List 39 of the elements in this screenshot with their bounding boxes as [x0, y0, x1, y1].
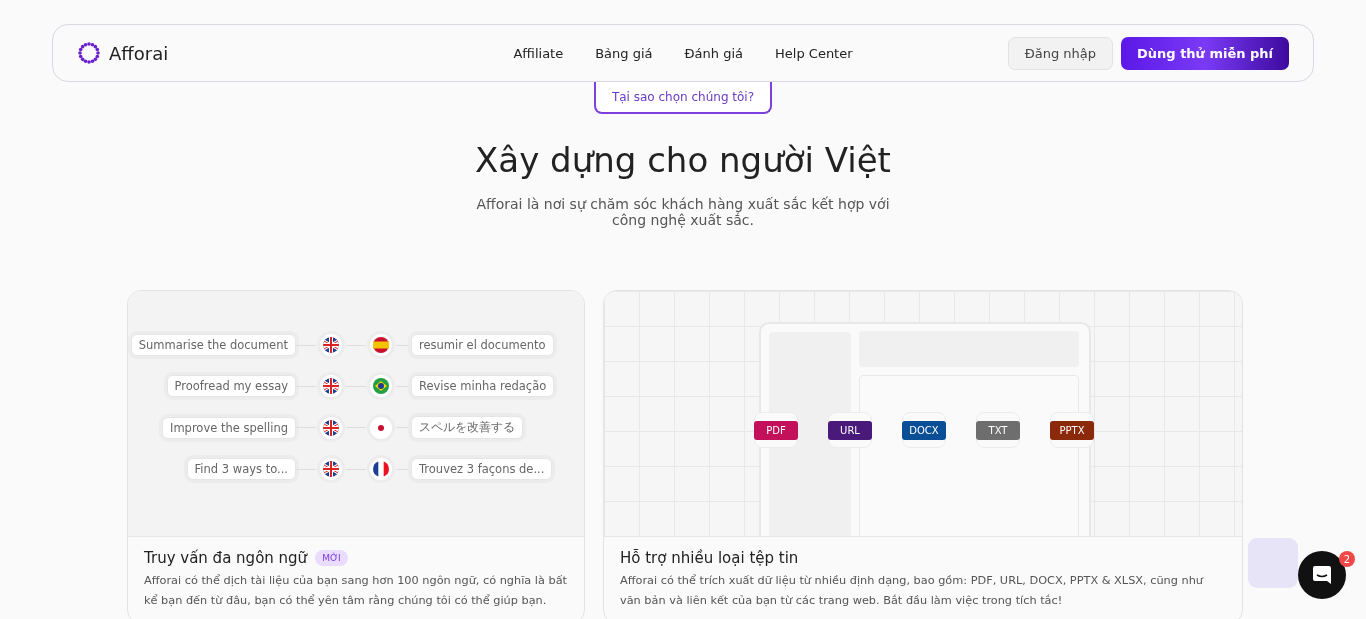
nav-link[interactable]: Help Center [775, 45, 853, 61]
translation-chip: スペルを改善する [411, 416, 523, 439]
section-badge: Tại sao chọn chúng tôi? [593, 82, 773, 114]
flag-icon [323, 337, 339, 353]
translation-chip: resumir el documento [411, 334, 554, 356]
free-trial-button[interactable]: Dùng thử miễn phí [1121, 36, 1289, 70]
unread-count: 2 [1339, 551, 1355, 567]
translation-chip: Revise minha redação [411, 375, 555, 397]
card-description: Afforai có thể dịch tài liệu của bạn sang hơn 100 ngôn ngữ, có nghĩa là bất kể bạn đến từ đâu, bạn có thể yên tâm rằng chúng tôi có thể giúp bạn. [144, 573, 568, 609]
flag-icon [323, 419, 339, 436]
flag-icon [373, 461, 389, 477]
prompt-chip: Find 3 ways to... [186, 458, 296, 480]
translation-chip: Trouvez 3 façons de... [411, 458, 553, 480]
file-type-label: TXT [976, 420, 1020, 440]
nav-link[interactable]: Affiliate [513, 45, 564, 61]
prompt-chip: Improve the spelling [162, 416, 296, 439]
flag-icon [373, 337, 389, 353]
file-type-label: DOCX [902, 420, 946, 440]
chat-icon [1311, 564, 1333, 586]
nav-link[interactable]: Đánh giá [684, 45, 744, 61]
flag-icon [323, 378, 339, 394]
heading: Xây dựng cho người Việt [475, 140, 891, 180]
logo-icon [77, 41, 101, 65]
card-description: Afforai có thể trích xuất dữ liệu từ nhiều định dạng, bao gồm: PDF, URL, DOCX, PPTX & XLSX, cũng như văn bản và liên kết của bạn từ các trang web. Bắt đầu làm việc trong tích tắc! [620, 573, 1205, 609]
new-tag: MỚI [315, 550, 348, 566]
file-type-label: PDF [754, 420, 798, 440]
nav-link[interactable]: Bảng giá [595, 45, 653, 61]
file-type-label: PPTX [1050, 420, 1094, 440]
prompt-chip: Proofread my essay [166, 375, 296, 397]
login-button[interactable]: Đăng nhập [1007, 36, 1113, 70]
card-title: Truy vấn đa ngôn ngữ [144, 549, 308, 567]
subtitle: Afforai là nơi sự chăm sóc khách hàng xuất sắc kết hợp với công nghệ xuất sắc. [475, 196, 891, 228]
card-title: Hỗ trợ nhiều loại tệp tin [620, 549, 799, 567]
file-type-label: URL [828, 420, 872, 440]
prompt-chip: Summarise the document [130, 334, 296, 356]
flag-icon [373, 378, 389, 394]
chat-button[interactable] [1298, 551, 1346, 599]
brand-name[interactable]: Afforai [109, 42, 169, 64]
flag-icon [323, 461, 339, 477]
